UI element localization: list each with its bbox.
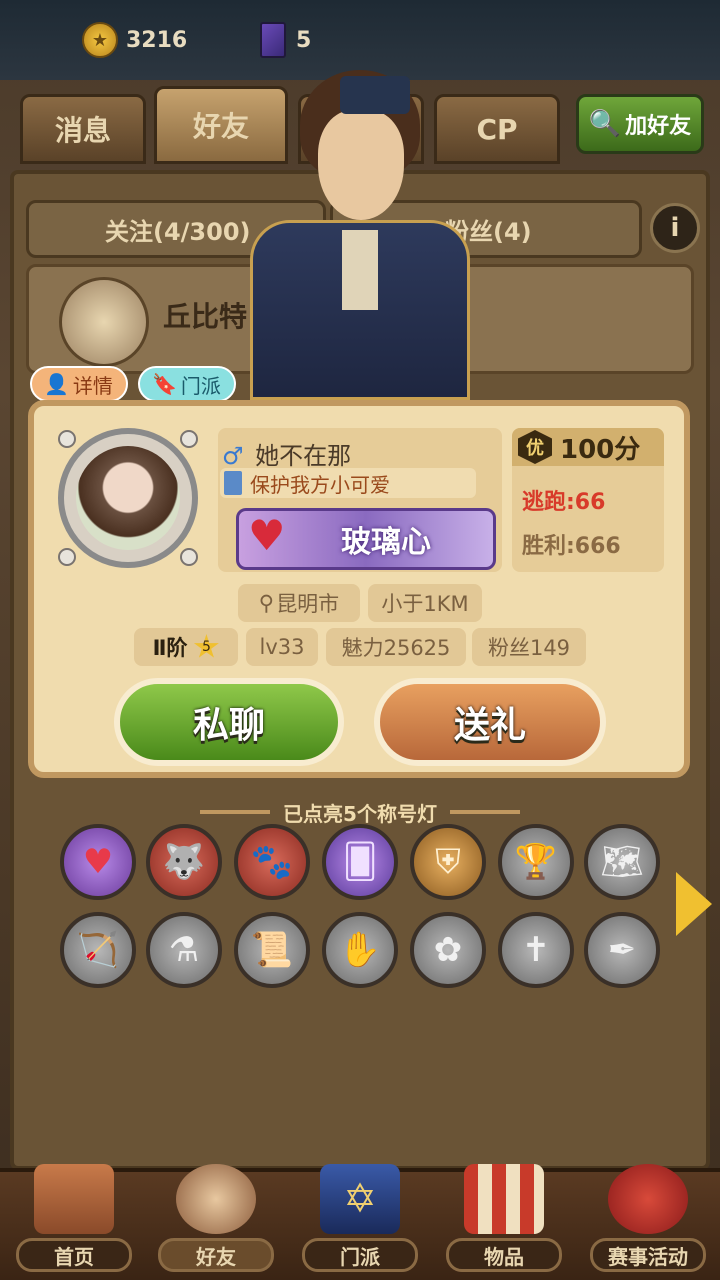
cards-lamp-icon[interactable]: 🂠 [322, 824, 398, 900]
gold-currency: ★ 3216 [82, 20, 187, 60]
tombstone-lamp-icon[interactable]: ✝ [498, 912, 574, 988]
heart-lamp-icon[interactable]: ♥ [60, 824, 136, 900]
profile-name-row: ♂ 她不在那 [222, 436, 351, 471]
broken-heart-icon: ♥ [248, 511, 286, 560]
bone-decoration-icon [58, 548, 76, 566]
fans-chip: 粉丝149 [472, 628, 586, 666]
nav-items-label: 物品 [446, 1238, 562, 1272]
add-friend-button[interactable]: 🔍 加好友 [576, 94, 704, 154]
bone-decoration-icon [58, 430, 76, 448]
nav-home[interactable]: 首页 [10, 1160, 138, 1276]
house-icon [34, 1164, 114, 1234]
add-friend-label: 加好友 [625, 114, 692, 139]
crossbow-lamp-icon[interactable]: 🏹 [60, 912, 136, 988]
nav-friends[interactable]: 好友 [152, 1160, 280, 1276]
hexagram-icon: ✡ [320, 1164, 400, 1234]
tier-chip: Ⅱ阶 5 [134, 628, 238, 666]
nav-home-label: 首页 [16, 1238, 132, 1272]
bookmark-icon: 🔖 [152, 372, 177, 396]
detail-label: 详情 [72, 373, 113, 398]
nav-events[interactable]: 赛事活动 [584, 1160, 712, 1276]
score-value: 100分 [560, 434, 641, 465]
bone-decoration-icon [180, 548, 198, 566]
avatar-photo [76, 446, 180, 550]
signature-text: 保护我方小可爱 [250, 472, 390, 497]
character-tie [342, 230, 378, 310]
tab-messages[interactable]: 消息 [20, 94, 146, 164]
detail-button[interactable]: 👤 详情 [30, 366, 128, 402]
tier-label: Ⅱ阶 [152, 636, 188, 660]
male-icon: ♂ [222, 442, 244, 470]
bookmark-icon [224, 471, 242, 495]
rating-icon: 优 [518, 430, 552, 464]
send-gift-button[interactable]: 送礼 [374, 678, 606, 766]
flower-lamp-icon[interactable]: ✿ [410, 912, 486, 988]
map-lamp-icon[interactable]: 🗺 [584, 824, 660, 900]
score-row: 优 100分 [512, 428, 664, 466]
city-label: 昆明市 [276, 592, 340, 616]
werewolf-lamp-icon[interactable]: 🐺 [146, 824, 222, 900]
charm-chip: 魅力25625 [326, 628, 466, 666]
friend-name: 丘比特 [163, 300, 248, 333]
signature: 保护我方小可爱 [220, 468, 476, 498]
nav-clan[interactable]: ✡ 门派 [296, 1160, 424, 1276]
scroll-lamp-icon[interactable]: 📜 [234, 912, 310, 988]
private-chat-button[interactable]: 私聊 [114, 678, 344, 766]
gold-coin-icon: ★ [82, 22, 118, 58]
magnifier-icon: 🔍 [588, 109, 622, 139]
user-icon: 👤 [44, 372, 69, 396]
shield-sword-lamp-icon[interactable]: ⛨ [410, 824, 486, 900]
character-portrait [240, 40, 480, 400]
win-count: 胜利:666 [522, 534, 621, 559]
friend-avatar [59, 277, 149, 367]
gold-amount: 3216 [126, 27, 188, 53]
escape-count: 逃跑:66 [522, 490, 606, 515]
character-hat [340, 76, 410, 114]
wolf-lamp-icon[interactable]: 🐾 [234, 824, 310, 900]
distance-chip: 小于1KM [368, 584, 482, 622]
title-lamps-heading: 已点亮5个称号灯 [283, 802, 437, 826]
nav-clan-label: 门派 [302, 1238, 418, 1272]
info-icon[interactable]: i [650, 203, 700, 253]
next-page-arrow-icon[interactable] [676, 872, 712, 936]
bone-decoration-icon [180, 430, 198, 448]
character-face [318, 110, 404, 220]
potions-lamp-icon[interactable]: ⚗ [146, 912, 222, 988]
clan-label: 门派 [180, 373, 221, 398]
nav-items[interactable]: 物品 [440, 1160, 568, 1276]
avatar-frame[interactable] [58, 428, 198, 568]
profile-name: 她不在那 [255, 442, 352, 470]
tier-star-icon: 5 [193, 634, 219, 658]
feather-lamp-icon[interactable]: ✒ [584, 912, 660, 988]
clan-button[interactable]: 🔖 门派 [138, 366, 236, 402]
city-chip: ⚲ 昆明市 [238, 584, 360, 622]
nav-friends-label: 好友 [158, 1238, 274, 1272]
lion-emblem-icon [608, 1164, 688, 1234]
shop-awning-icon [464, 1164, 544, 1234]
glove-lamp-icon[interactable]: ✋ [322, 912, 398, 988]
nav-events-label: 赛事活动 [590, 1238, 706, 1272]
location-pin-icon: ⚲ [258, 591, 275, 615]
goblet-lamp-icon[interactable]: 🏆 [498, 824, 574, 900]
level-chip: lv33 [246, 628, 318, 666]
title-badge-text: 玻璃心 [341, 525, 431, 560]
friends-icon [176, 1164, 256, 1234]
